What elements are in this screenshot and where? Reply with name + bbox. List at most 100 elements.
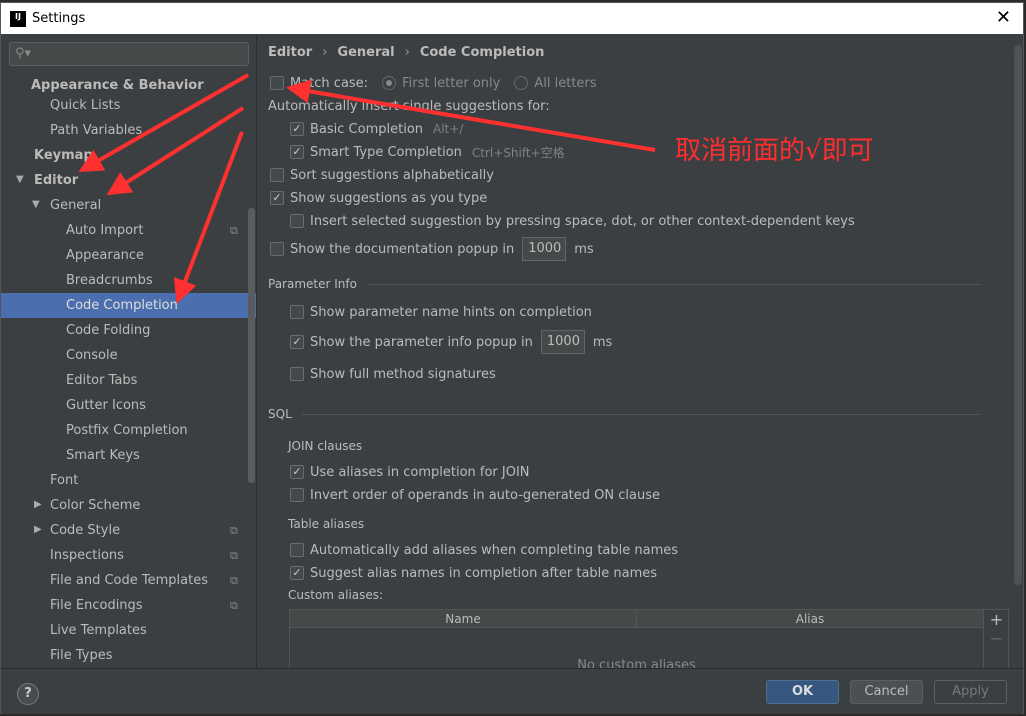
help-button[interactable]: ? bbox=[17, 683, 39, 705]
parameter-info-header: Parameter Info bbox=[268, 277, 980, 291]
cancel-button[interactable]: Cancel bbox=[850, 680, 923, 704]
title-bar: IJ Settings ✕ bbox=[1, 3, 1023, 34]
search-icon: ⚲▾ bbox=[15, 46, 32, 61]
sidebar-item-smart-keys[interactable]: Smart Keys bbox=[66, 443, 256, 468]
param-popup-label: Show the parameter info popup in bbox=[310, 334, 533, 350]
settings-window: IJ Settings ✕ ⚲▾ Appearance & Behavior Q… bbox=[0, 2, 1024, 714]
smart-completion-label: Smart Type Completion bbox=[310, 144, 462, 160]
join-clauses-label: JOIN clauses bbox=[288, 439, 363, 453]
match-case-label: Match case: bbox=[290, 75, 369, 91]
basic-completion-label: Basic Completion bbox=[310, 121, 424, 137]
sidebar-item-breadcrumbs[interactable]: Breadcrumbs bbox=[66, 268, 256, 293]
expand-icon[interactable]: ▼ bbox=[32, 199, 40, 210]
sidebar-item-postfix-completion[interactable]: Postfix Completion bbox=[66, 418, 256, 443]
sidebar-item-gutter-icons[interactable]: Gutter Icons bbox=[66, 393, 256, 418]
sidebar-scrollbar[interactable] bbox=[248, 208, 255, 483]
sidebar-item-font[interactable]: Font bbox=[50, 468, 256, 493]
collapse-icon[interactable]: ▶ bbox=[34, 524, 42, 535]
sidebar-item-code-folding[interactable]: Code Folding bbox=[66, 318, 256, 343]
button-bar: ? OK Cancel Apply bbox=[1, 668, 1023, 714]
custom-aliases-label: Custom aliases: bbox=[288, 588, 384, 602]
sidebar-item-appearance[interactable]: Appearance bbox=[66, 243, 256, 268]
sidebar-item-path-variables[interactable]: Path Variables bbox=[50, 118, 256, 143]
sidebar-item-editor[interactable]: Editor bbox=[34, 168, 256, 193]
breadcrumb-code-completion: Code Completion bbox=[419, 45, 545, 60]
close-icon[interactable]: ✕ bbox=[996, 7, 1011, 28]
sidebar-item-live-templates[interactable]: Live Templates bbox=[50, 618, 256, 643]
full-signatures-label: Show full method signatures bbox=[310, 366, 496, 382]
breadcrumb-editor[interactable]: Editor bbox=[268, 45, 312, 60]
sort-alpha-checkbox[interactable] bbox=[270, 168, 284, 182]
collapse-icon[interactable]: ▶ bbox=[34, 499, 42, 510]
sidebar-item-file-types[interactable]: File Types bbox=[50, 643, 256, 668]
smart-shortcut: Ctrl+Shift+空格 bbox=[471, 145, 565, 160]
basic-completion-checkbox[interactable]: ✓ bbox=[290, 122, 304, 136]
remove-icon[interactable]: − bbox=[985, 629, 1008, 648]
intellij-logo-icon: IJ bbox=[10, 10, 26, 27]
full-signatures-checkbox[interactable] bbox=[290, 367, 304, 381]
sidebar-item-inspections[interactable]: Inspections bbox=[50, 543, 256, 568]
table-toolbar: + − bbox=[985, 609, 1009, 668]
sidebar: ⚲▾ Appearance & Behavior Quick Lists Pat… bbox=[1, 35, 257, 668]
sidebar-item-color-scheme[interactable]: Color Scheme bbox=[50, 493, 256, 518]
smart-completion-checkbox[interactable]: ✓ bbox=[290, 145, 304, 159]
show-as-type-label: Show suggestions as you type bbox=[290, 190, 488, 206]
sql-header: SQL bbox=[268, 407, 980, 421]
ok-button[interactable]: OK bbox=[766, 680, 839, 704]
project-settings-icon: ⧉ bbox=[230, 224, 238, 237]
empty-table-text: No custom aliases bbox=[577, 658, 696, 668]
doc-popup-delay-input[interactable]: 1000 bbox=[522, 237, 567, 261]
project-settings-icon: ⧉ bbox=[230, 524, 238, 537]
window-title: Settings bbox=[32, 11, 86, 26]
all-letters-label: All letters bbox=[534, 75, 597, 91]
suggest-alias-label: Suggest alias names in completion after … bbox=[310, 565, 658, 581]
search-input[interactable]: ⚲▾ bbox=[9, 42, 249, 66]
add-icon[interactable]: + bbox=[985, 610, 1008, 629]
use-aliases-checkbox[interactable]: ✓ bbox=[290, 465, 304, 479]
doc-popup-checkbox[interactable] bbox=[270, 242, 284, 256]
param-hints-checkbox[interactable] bbox=[290, 305, 304, 319]
basic-shortcut: Alt+/ bbox=[433, 122, 464, 136]
sidebar-item-code-style[interactable]: Code Style bbox=[50, 518, 256, 543]
insert-selected-label: Insert selected suggestion by pressing s… bbox=[310, 213, 855, 229]
project-settings-icon: ⧉ bbox=[230, 574, 238, 587]
ms-label: ms bbox=[592, 334, 613, 350]
column-alias[interactable]: Alias bbox=[637, 610, 983, 627]
project-settings-icon: ⧉ bbox=[230, 549, 238, 562]
custom-aliases-table[interactable]: Name Alias No custom aliases bbox=[289, 609, 984, 668]
match-case-row: Match case: First letter only All letter… bbox=[270, 73, 597, 93]
project-settings-icon: ⧉ bbox=[230, 599, 238, 612]
sidebar-item-file-code-templates[interactable]: File and Code Templates bbox=[50, 568, 256, 593]
show-as-type-checkbox[interactable]: ✓ bbox=[270, 191, 284, 205]
expand-icon[interactable]: ▼ bbox=[16, 174, 24, 185]
code-completion-panel: Editor › General › Code Completion Match cas… bbox=[259, 35, 1023, 668]
sidebar-item-keymap[interactable]: Keymap bbox=[34, 143, 256, 168]
auto-add-aliases-label: Automatically add aliases when completin… bbox=[310, 542, 679, 558]
sidebar-item-code-completion[interactable]: Code Completion bbox=[1, 293, 256, 318]
sidebar-item-quick-lists[interactable]: Quick Lists bbox=[50, 93, 256, 118]
sidebar-item-console[interactable]: Console bbox=[66, 343, 256, 368]
annotation-text: 取消前面的√即可 bbox=[675, 136, 874, 166]
auto-insert-label: Automatically insert single suggestions … bbox=[268, 98, 550, 114]
apply-button[interactable]: Apply bbox=[934, 680, 1007, 704]
invert-order-checkbox[interactable] bbox=[290, 488, 304, 502]
param-popup-checkbox[interactable]: ✓ bbox=[290, 335, 304, 349]
sidebar-item-general[interactable]: General bbox=[50, 193, 256, 218]
sidebar-item-auto-import[interactable]: Auto Import bbox=[66, 218, 256, 243]
ms-label: ms bbox=[574, 241, 594, 257]
insert-selected-checkbox[interactable] bbox=[290, 214, 304, 228]
match-case-checkbox[interactable] bbox=[270, 76, 284, 90]
first-letter-label: First letter only bbox=[402, 75, 501, 91]
column-name[interactable]: Name bbox=[290, 610, 637, 627]
sidebar-item-editor-tabs[interactable]: Editor Tabs bbox=[66, 368, 256, 393]
use-aliases-label: Use aliases in completion for JOIN bbox=[310, 464, 530, 480]
suggest-alias-checkbox[interactable]: ✓ bbox=[290, 566, 304, 580]
main-scrollbar[interactable] bbox=[1014, 45, 1022, 585]
breadcrumb-general[interactable]: General bbox=[337, 45, 394, 60]
param-popup-delay-input[interactable]: 1000 bbox=[540, 330, 585, 354]
first-letter-radio[interactable] bbox=[382, 76, 397, 90]
auto-add-aliases-checkbox[interactable] bbox=[290, 543, 304, 557]
breadcrumb: Editor › General › Code Completion bbox=[268, 45, 545, 60]
sidebar-item-file-encodings[interactable]: File Encodings bbox=[50, 593, 256, 618]
all-letters-radio[interactable] bbox=[514, 76, 529, 90]
